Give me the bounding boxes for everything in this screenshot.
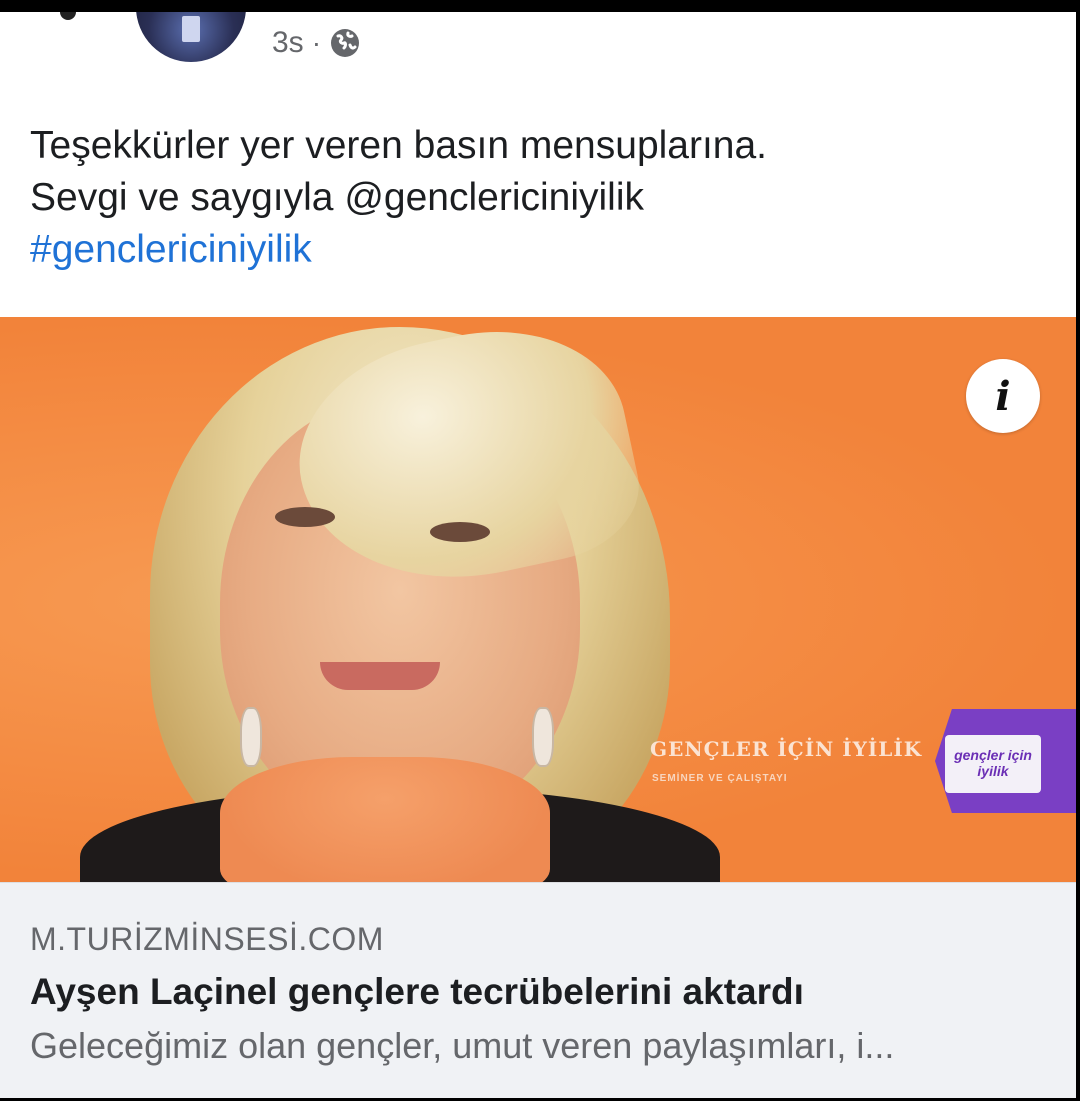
post-message: Teşekkürler yer veren basın mensuplarına…: [30, 120, 1050, 276]
post-timestamp[interactable]: 3s: [272, 26, 304, 60]
brand-logo: gençler için iyilik: [945, 735, 1041, 793]
info-button[interactable]: i: [966, 359, 1040, 433]
post-text-line: Teşekkürler yer veren basın mensuplarına…: [30, 124, 768, 167]
post-meta: 3s ·: [272, 26, 361, 60]
link-preview[interactable]: M.TURİZMİNSESİ.COM Ayşen Laçinel gençler…: [0, 882, 1076, 1098]
link-title[interactable]: Ayşen Laçinel gençlere tecrübelerini akt…: [30, 971, 804, 1013]
back-indicator: [60, 12, 76, 20]
portrait-eye: [430, 522, 490, 542]
link-preview-image[interactable]: GENÇLER İÇİN İYİLİK SEMİNER VE ÇALIŞTAYI…: [0, 317, 1076, 882]
portrait-earring: [240, 707, 262, 767]
portrait-mouth: [320, 662, 440, 690]
post-card: 3s · Teşekkürler yer veren basın mensupl…: [0, 12, 1076, 1098]
link-domain: M.TURİZMİNSESİ.COM: [30, 921, 384, 957]
portrait-scarf: [220, 757, 550, 882]
screen-frame: 3s · Teşekkürler yer veren basın mensupl…: [0, 12, 1080, 1101]
post-text-line[interactable]: Sevgi ve saygıyla @genclericiniyilik: [30, 172, 1050, 224]
image-brand-subtitle: SEMİNER VE ÇALIŞTAYI: [652, 773, 788, 784]
avatar[interactable]: [136, 12, 246, 62]
hashtag-link[interactable]: #genclericiniyilik: [30, 224, 1050, 276]
portrait-eye: [275, 507, 335, 527]
info-icon: i: [995, 372, 1011, 420]
meta-separator: ·: [311, 27, 322, 58]
link-description: Geleceğimiz olan gençler, umut veren pay…: [30, 1025, 895, 1066]
portrait-earring: [532, 707, 554, 767]
globe-icon: [329, 27, 361, 59]
image-brand-title: GENÇLER İÇİN İYİLİK: [650, 737, 923, 761]
